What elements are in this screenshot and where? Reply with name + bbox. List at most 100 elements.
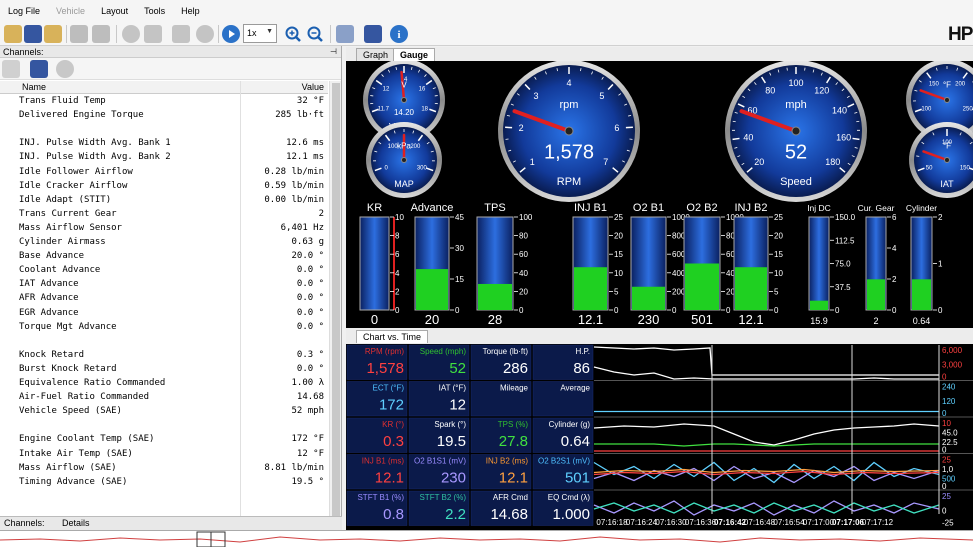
- record-icon[interactable]: [122, 25, 140, 43]
- channel-row[interactable]: [0, 122, 328, 136]
- channel-row[interactable]: Mass Airflow (SAE) 8.81 lb/min: [0, 461, 328, 475]
- tab-chart-vs-time[interactable]: Chart vs. Time: [356, 330, 429, 343]
- channel-row[interactable]: Mass Airflow Sensor 6,401 Hz: [0, 221, 328, 235]
- channel-row[interactable]: Timing Advance (SAE) 19.5 °: [0, 475, 328, 489]
- channel-row[interactable]: [0, 334, 328, 348]
- map-tick-label: 200: [410, 144, 421, 150]
- channel-name: Timing Advance (SAE): [19, 476, 128, 487]
- readout-cell: RPM (rpm) 1,578: [346, 344, 408, 380]
- pin-icon[interactable]: ⊣: [330, 46, 337, 58]
- layout-icon[interactable]: [336, 25, 354, 43]
- channel-name: Idle Cracker Airflow: [19, 180, 128, 191]
- tab-graph[interactable]: Graph: [356, 48, 396, 61]
- info-icon[interactable]: i: [390, 25, 408, 43]
- scan-tool-icon[interactable]: [172, 25, 190, 43]
- channel-list-scrollbar[interactable]: [329, 81, 341, 518]
- open-folder-icon[interactable]: [44, 25, 62, 43]
- channel-value: 0.0 °: [296, 279, 324, 290]
- menu-vehicle[interactable]: Vehicle: [52, 4, 89, 18]
- settings-gear-icon[interactable]: [56, 60, 74, 78]
- channel-row[interactable]: Base Advance 20.0 °: [0, 249, 328, 263]
- channel-row[interactable]: Equivalence Ratio Commanded 1.00 λ: [0, 376, 328, 390]
- channel-row[interactable]: Vehicle Speed (SAE) 52 mph: [0, 404, 328, 418]
- channel-name: AFR Advance: [19, 293, 79, 304]
- ect-unit: °F: [943, 80, 951, 89]
- channel-row[interactable]: INJ. Pulse Width Avg. Bank 1 12.6 ms: [0, 136, 328, 150]
- channel-row[interactable]: [0, 418, 328, 432]
- tab-gauge[interactable]: Gauge: [393, 48, 436, 61]
- channel-row[interactable]: Idle Cracker Airflow 0.59 lb/min: [0, 179, 328, 193]
- bar-gauge-value: 15.9: [810, 316, 828, 326]
- add-channel-icon[interactable]: [2, 60, 20, 78]
- channel-row[interactable]: Torque Mgt Advance 0.0 °: [0, 320, 328, 334]
- channel-row[interactable]: Trans Fluid Temp 32 °F: [0, 94, 328, 108]
- new-log-icon[interactable]: [4, 25, 22, 43]
- channel-row[interactable]: INJ. Pulse Width Avg. Bank 2 12.1 ms: [0, 150, 328, 164]
- play-icon[interactable]: [222, 25, 240, 43]
- bar-gauge-fill: [735, 267, 767, 310]
- channel-value: 32 °F: [296, 96, 324, 106]
- readout-cell: O2 B1S1 (mV) 230: [408, 454, 470, 490]
- save-icon[interactable]: [24, 25, 42, 43]
- column-header-name[interactable]: Name: [22, 82, 46, 92]
- bar-gauge-tick-label: 40: [519, 269, 528, 278]
- save-layout-icon[interactable]: [364, 25, 382, 43]
- vehicle-connect-icon[interactable]: [70, 25, 88, 43]
- bar-gauge-inj-dc: Inj DC 150.0 112.5 75.0 37.5 0 15.9: [807, 203, 855, 326]
- channel-name: Mass Airflow Sensor: [19, 222, 122, 233]
- stop-icon[interactable]: [144, 25, 162, 43]
- save-channels-icon[interactable]: [30, 60, 48, 78]
- channel-row[interactable]: Delivered Engine Torque 285 lb·ft: [0, 108, 328, 122]
- channel-row[interactable]: Burst Knock Retard 0.0 °: [0, 362, 328, 376]
- menu-tools[interactable]: Tools: [140, 4, 169, 18]
- playback-speed-select[interactable]: 1x ▼: [243, 24, 277, 43]
- column-header-value[interactable]: Value: [302, 82, 324, 92]
- channel-value: 8.81 lb/min: [264, 462, 324, 473]
- channel-row[interactable]: EGR Advance 0.0 °: [0, 306, 328, 320]
- channel-row[interactable]: Cylinder Airmass 0.63 g: [0, 235, 328, 249]
- channel-name: Vehicle Speed (SAE): [19, 406, 122, 417]
- speed-hub: [791, 126, 801, 136]
- readout-label: O2 B1S1 (mV): [414, 457, 466, 466]
- channel-row[interactable]: Idle Follower Airflow 0.28 lb/min: [0, 165, 328, 179]
- channel-row[interactable]: IAT Advance 0.0 °: [0, 277, 328, 291]
- right-scales: 6,0003,000024012001045.022.50251,0500025…: [942, 346, 963, 528]
- channel-row[interactable]: Intake Air Temp (SAE) 12 °F: [0, 447, 328, 461]
- channel-row[interactable]: AFR Advance 0.0 °: [0, 291, 328, 305]
- bar-gauge-label: TPS: [484, 202, 505, 214]
- readout-value: 1,578: [366, 360, 404, 377]
- map-gauge: 0100 200300kPaMAP: [366, 122, 442, 198]
- channel-value: 1.00 λ: [291, 378, 324, 388]
- vehicle-info-icon[interactable]: [92, 25, 110, 43]
- tab-details[interactable]: Details: [62, 518, 90, 528]
- bar-gauge-inj-b1: INJ B1 25 20 15 10 5 0 12.1: [572, 202, 623, 327]
- channel-row[interactable]: Air-Fuel Ratio Commanded 14.68: [0, 390, 328, 404]
- channel-row[interactable]: Coolant Advance 0.0 °: [0, 263, 328, 277]
- speed-tick-label: 140: [832, 106, 847, 116]
- channel-row[interactable]: Knock Retard 0.3 °: [0, 348, 328, 362]
- menu-log-file[interactable]: Log File: [4, 4, 44, 18]
- speed-tick-label: 100: [788, 78, 803, 88]
- channel-row[interactable]: Idle Adapt (STIT) 0.00 lb/min: [0, 193, 328, 207]
- bar-gauge-track: [359, 216, 390, 311]
- channel-value: 0.0 °: [296, 363, 324, 374]
- zoom-out-icon[interactable]: [306, 25, 324, 43]
- readout-cell: ECT (°F) 172: [346, 381, 408, 417]
- menu-layout[interactable]: Layout: [97, 4, 132, 18]
- power-icon[interactable]: [196, 25, 214, 43]
- zoom-in-icon[interactable]: [284, 25, 302, 43]
- readout-cell: Speed (mph) 52: [408, 344, 470, 380]
- readout-cell: Mileage: [470, 381, 532, 417]
- rpm-tick-label: 5: [599, 91, 604, 101]
- voltage-tick-label: 11.7: [378, 107, 390, 113]
- readout-cell: IAT (°F) 12: [408, 381, 470, 417]
- menu-help[interactable]: Help: [177, 4, 204, 18]
- time-tick-label: 07:17:12: [862, 518, 894, 527]
- channel-row[interactable]: Engine Coolant Temp (SAE) 172 °F: [0, 432, 328, 446]
- tab-channels[interactable]: Channels:: [4, 518, 45, 528]
- bar-gauge-tick-label: 6: [395, 250, 400, 259]
- ect-hub: [944, 97, 950, 103]
- speed-tick-label: 180: [825, 157, 840, 167]
- timeline-strip[interactable]: [0, 530, 973, 547]
- channel-row[interactable]: Trans Current Gear 2: [0, 207, 328, 221]
